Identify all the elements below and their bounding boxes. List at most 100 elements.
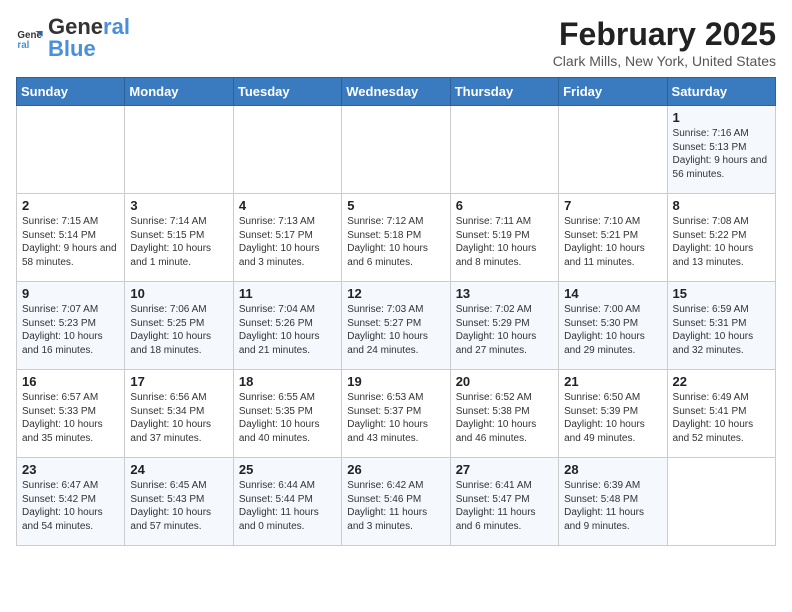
calendar-cell <box>17 106 125 194</box>
day-info: Sunrise: 7:15 AM Sunset: 5:14 PM Dayligh… <box>22 215 119 269</box>
calendar-cell: 15 Sunrise: 6:59 AM Sunset: 5:31 PM Dayli… <box>667 282 775 370</box>
day-number: 12 <box>347 286 444 301</box>
day-number: 5 <box>347 198 444 213</box>
calendar-cell: 1 Sunrise: 7:16 AM Sunset: 5:13 PM Daylig… <box>667 106 775 194</box>
day-info: Sunrise: 6:47 AM Sunset: 5:42 PM Dayligh… <box>22 479 119 533</box>
weekday-header-saturday: Saturday <box>667 78 775 106</box>
day-info: Sunrise: 6:53 AM Sunset: 5:37 PM Dayligh… <box>347 391 444 445</box>
logo-icon: Gene ral <box>16 24 44 52</box>
logo-text: GeneralBlue <box>48 16 130 60</box>
week-row-3: 9 Sunrise: 7:07 AM Sunset: 5:23 PM Daylig… <box>17 282 776 370</box>
calendar-cell: 28Sunrise: 6:39 AM Sunset: 5:48 PM Dayli… <box>559 458 667 546</box>
week-row-5: 23 Sunrise: 6:47 AM Sunset: 5:42 PM Dayli… <box>17 458 776 546</box>
day-number: 13 <box>456 286 553 301</box>
calendar-cell <box>233 106 341 194</box>
day-info: Sunrise: 7:12 AM Sunset: 5:18 PM Dayligh… <box>347 215 444 269</box>
day-info: Sunrise: 7:06 AM Sunset: 5:25 PM Dayligh… <box>130 303 227 357</box>
day-info: Sunrise: 7:07 AM Sunset: 5:23 PM Dayligh… <box>22 303 119 357</box>
day-number: 20 <box>456 374 553 389</box>
day-info: Sunrise: 6:50 AM Sunset: 5:39 PM Dayligh… <box>564 391 661 445</box>
day-info: Sunrise: 6:45 AM Sunset: 5:43 PM Dayligh… <box>130 479 227 533</box>
day-info: Sunrise: 7:04 AM Sunset: 5:26 PM Dayligh… <box>239 303 336 357</box>
calendar-cell: 4 Sunrise: 7:13 AM Sunset: 5:17 PM Daylig… <box>233 194 341 282</box>
week-row-2: 2 Sunrise: 7:15 AM Sunset: 5:14 PM Daylig… <box>17 194 776 282</box>
day-info: Sunrise: 7:13 AM Sunset: 5:17 PM Dayligh… <box>239 215 336 269</box>
weekday-header-sunday: Sunday <box>17 78 125 106</box>
day-number: 18 <box>239 374 336 389</box>
day-info: Sunrise: 7:08 AM Sunset: 5:22 PM Dayligh… <box>673 215 770 269</box>
calendar-cell <box>667 458 775 546</box>
day-number: 8 <box>673 198 770 213</box>
calendar-cell: 25 Sunrise: 6:44 AM Sunset: 5:44 PM Dayli… <box>233 458 341 546</box>
page-header: Gene ral GeneralBlue February 2025 Clark… <box>16 16 776 69</box>
day-number: 16 <box>22 374 119 389</box>
calendar-cell: 3 Sunrise: 7:14 AM Sunset: 5:15 PM Daylig… <box>125 194 233 282</box>
day-number: 9 <box>22 286 119 301</box>
calendar-cell: 20 Sunrise: 6:52 AM Sunset: 5:38 PM Dayli… <box>450 370 558 458</box>
calendar-cell: 21 Sunrise: 6:50 AM Sunset: 5:39 PM Dayli… <box>559 370 667 458</box>
day-info: Sunrise: 6:44 AM Sunset: 5:44 PM Dayligh… <box>239 479 336 533</box>
calendar-cell <box>559 106 667 194</box>
weekday-header-wednesday: Wednesday <box>342 78 450 106</box>
logo: Gene ral GeneralBlue <box>16 16 130 60</box>
calendar-cell <box>342 106 450 194</box>
day-info: Sunrise: 6:56 AM Sunset: 5:34 PM Dayligh… <box>130 391 227 445</box>
day-number: 7 <box>564 198 661 213</box>
calendar-cell: 2 Sunrise: 7:15 AM Sunset: 5:14 PM Daylig… <box>17 194 125 282</box>
day-number: 17 <box>130 374 227 389</box>
day-number: 24 <box>130 462 227 477</box>
day-info: Sunrise: 6:49 AM Sunset: 5:41 PM Dayligh… <box>673 391 770 445</box>
day-number: 21 <box>564 374 661 389</box>
calendar-cell: 19Sunrise: 6:53 AM Sunset: 5:37 PM Dayli… <box>342 370 450 458</box>
day-number: 3 <box>130 198 227 213</box>
calendar-cell: 12 Sunrise: 7:03 AM Sunset: 5:27 PM Dayli… <box>342 282 450 370</box>
day-info: Sunrise: 7:14 AM Sunset: 5:15 PM Dayligh… <box>130 215 227 269</box>
day-info: Sunrise: 7:02 AM Sunset: 5:29 PM Dayligh… <box>456 303 553 357</box>
day-number: 6 <box>456 198 553 213</box>
day-info: Sunrise: 7:11 AM Sunset: 5:19 PM Dayligh… <box>456 215 553 269</box>
week-row-4: 16 Sunrise: 6:57 AM Sunset: 5:33 PM Dayli… <box>17 370 776 458</box>
day-number: 28 <box>564 462 661 477</box>
day-info: Sunrise: 6:52 AM Sunset: 5:38 PM Dayligh… <box>456 391 553 445</box>
day-info: Sunrise: 7:16 AM Sunset: 5:13 PM Dayligh… <box>673 127 770 181</box>
calendar-cell: 18 Sunrise: 6:55 AM Sunset: 5:35 PM Dayli… <box>233 370 341 458</box>
day-number: 26 <box>347 462 444 477</box>
day-info: Sunrise: 6:42 AM Sunset: 5:46 PM Dayligh… <box>347 479 444 533</box>
day-number: 11 <box>239 286 336 301</box>
calendar-cell: 10Sunrise: 7:06 AM Sunset: 5:25 PM Dayli… <box>125 282 233 370</box>
day-info: Sunrise: 6:55 AM Sunset: 5:35 PM Dayligh… <box>239 391 336 445</box>
svg-text:ral: ral <box>17 40 29 51</box>
calendar-cell: 14 Sunrise: 7:00 AM Sunset: 5:30 PM Dayli… <box>559 282 667 370</box>
calendar-cell <box>125 106 233 194</box>
day-info: Sunrise: 7:03 AM Sunset: 5:27 PM Dayligh… <box>347 303 444 357</box>
day-number: 25 <box>239 462 336 477</box>
day-info: Sunrise: 6:57 AM Sunset: 5:33 PM Dayligh… <box>22 391 119 445</box>
calendar-cell: 24 Sunrise: 6:45 AM Sunset: 5:43 PM Dayli… <box>125 458 233 546</box>
day-number: 22 <box>673 374 770 389</box>
week-row-1: 1 Sunrise: 7:16 AM Sunset: 5:13 PM Daylig… <box>17 106 776 194</box>
day-number: 27 <box>456 462 553 477</box>
weekday-header-monday: Monday <box>125 78 233 106</box>
calendar-cell: 13 Sunrise: 7:02 AM Sunset: 5:29 PM Dayli… <box>450 282 558 370</box>
calendar-cell: 9 Sunrise: 7:07 AM Sunset: 5:23 PM Daylig… <box>17 282 125 370</box>
calendar-cell: 27Sunrise: 6:41 AM Sunset: 5:47 PM Dayli… <box>450 458 558 546</box>
day-number: 23 <box>22 462 119 477</box>
day-info: Sunrise: 7:00 AM Sunset: 5:30 PM Dayligh… <box>564 303 661 357</box>
weekday-header-row: SundayMondayTuesdayWednesdayThursdayFrid… <box>17 78 776 106</box>
calendar-cell: 23 Sunrise: 6:47 AM Sunset: 5:42 PM Dayli… <box>17 458 125 546</box>
day-info: Sunrise: 6:59 AM Sunset: 5:31 PM Dayligh… <box>673 303 770 357</box>
day-number: 2 <box>22 198 119 213</box>
calendar-cell: 22 Sunrise: 6:49 AM Sunset: 5:41 PM Dayli… <box>667 370 775 458</box>
day-info: Sunrise: 7:10 AM Sunset: 5:21 PM Dayligh… <box>564 215 661 269</box>
weekday-header-thursday: Thursday <box>450 78 558 106</box>
day-number: 4 <box>239 198 336 213</box>
calendar-cell: 7 Sunrise: 7:10 AM Sunset: 5:21 PM Daylig… <box>559 194 667 282</box>
weekday-header-tuesday: Tuesday <box>233 78 341 106</box>
day-number: 14 <box>564 286 661 301</box>
day-number: 1 <box>673 110 770 125</box>
calendar-cell: 8 Sunrise: 7:08 AM Sunset: 5:22 PM Daylig… <box>667 194 775 282</box>
location-text: Clark Mills, New York, United States <box>553 53 776 69</box>
day-number: 15 <box>673 286 770 301</box>
calendar-cell: 17 Sunrise: 6:56 AM Sunset: 5:34 PM Dayli… <box>125 370 233 458</box>
calendar-cell: 11 Sunrise: 7:04 AM Sunset: 5:26 PM Dayli… <box>233 282 341 370</box>
